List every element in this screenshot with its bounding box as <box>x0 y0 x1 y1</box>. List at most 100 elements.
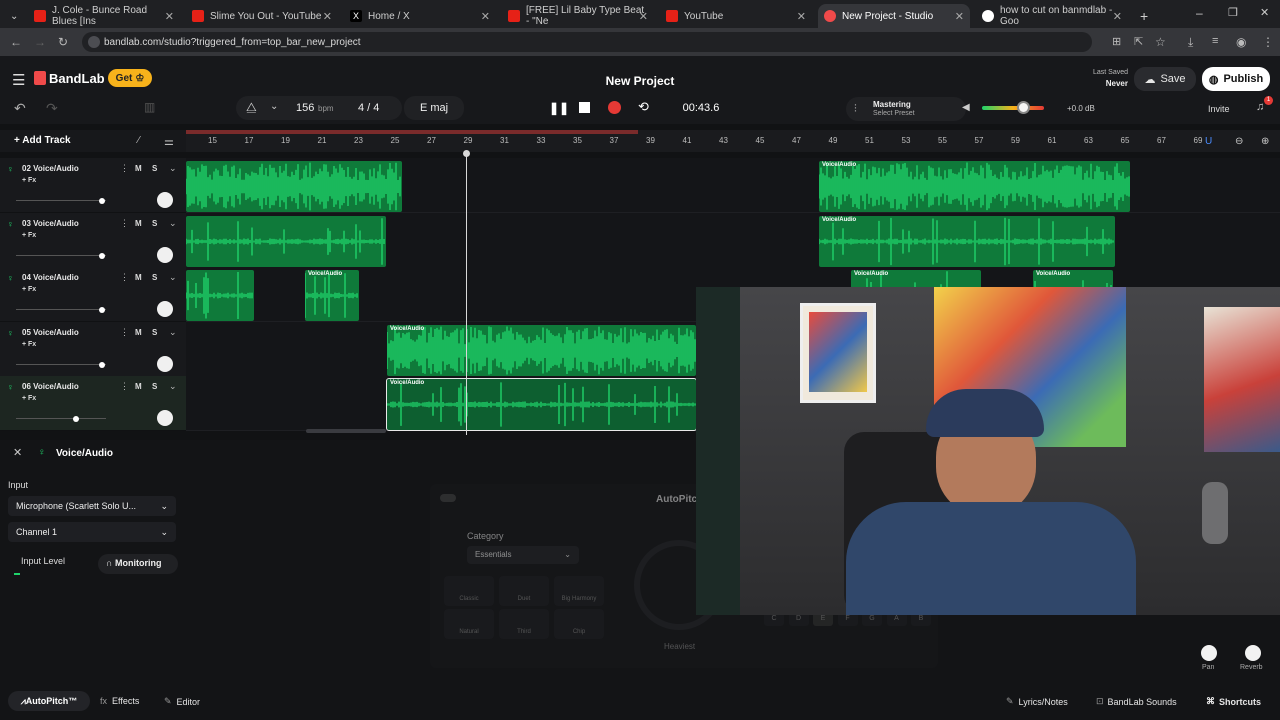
browser-tab-4[interactable]: [FREE] Lil Baby Type Beat - "Ne ✕ <box>502 4 654 28</box>
autopitch-preset[interactable]: Chip <box>554 609 604 639</box>
track-volume-slider[interactable] <box>16 309 106 311</box>
browser-menu-icon[interactable]: ⋮ <box>1262 35 1274 49</box>
pan-knob[interactable] <box>157 301 173 318</box>
metronome-icon[interactable]: ⧋ <box>246 100 257 115</box>
pan-knob[interactable] <box>157 410 173 427</box>
audio-clip[interactable] <box>186 161 402 212</box>
monitoring-button[interactable]: ∩ Monitoring <box>98 554 178 574</box>
track-name[interactable]: 06 Voice/Audio <box>22 382 79 391</box>
window-close-icon[interactable]: ✕ <box>1260 6 1269 19</box>
time-signature[interactable]: 4 / 4 <box>358 102 379 114</box>
browser-tab-6[interactable]: New Project - Studio ✕ <box>818 4 970 28</box>
audio-clip[interactable]: Voice/Audio <box>387 324 696 376</box>
pan-knob[interactable] <box>1201 645 1217 661</box>
add-track-button[interactable]: + Add Track <box>14 135 71 146</box>
close-icon[interactable]: ✕ <box>165 10 174 23</box>
browser-tab-7[interactable]: how to cut on banmdlab - Goo ✕ <box>976 4 1128 28</box>
stop-icon[interactable] <box>579 102 590 113</box>
solo-button[interactable]: S <box>152 164 157 173</box>
audio-clip[interactable] <box>186 270 254 322</box>
browser-tab-5[interactable]: YouTube ✕ <box>660 4 812 28</box>
add-fx-button[interactable]: + Fx <box>22 341 36 348</box>
autopitch-tab[interactable]: ⩘ AutoPitch™ <box>8 691 90 711</box>
close-icon[interactable]: ✕ <box>955 10 964 23</box>
chevron-down-icon[interactable]: ⌄ <box>169 218 177 229</box>
audio-clip[interactable] <box>186 215 386 267</box>
volume-slider-handle[interactable] <box>99 252 105 259</box>
track-name[interactable]: 02 Voice/Audio <box>22 164 79 173</box>
track-menu-icon[interactable]: ⋮ <box>120 327 129 338</box>
chevron-down-icon[interactable]: ⌄ <box>169 163 177 174</box>
playlist-icon[interactable]: ≡ <box>1212 35 1218 47</box>
track-volume-slider[interactable] <box>16 418 106 420</box>
minimize-icon[interactable]: – <box>1196 6 1203 20</box>
invite-button[interactable]: Invite <box>1208 104 1230 114</box>
zoom-out-icon[interactable]: ⊖ <box>1235 136 1243 147</box>
timeline-ruler[interactable]: 15 17 19 21 23 25 27 29 31 33 35 37 39 41 43 45 47 49 51 53… <box>186 130 1280 152</box>
mastering-box[interactable]: ⫶ Mastering Select Preset <box>846 97 966 121</box>
audio-clip[interactable]: Voice/Audio <box>305 270 359 322</box>
editor-tab[interactable]: ✎ Editor <box>164 696 200 707</box>
reload-icon[interactable]: ↻ <box>58 35 68 49</box>
solo-button[interactable]: S <box>152 273 157 282</box>
back-arrow-icon[interactable]: ← <box>10 35 22 49</box>
track-menu-icon[interactable]: ⋮ <box>120 163 129 174</box>
track-menu-icon[interactable]: ⋮ <box>120 218 129 229</box>
audio-clip[interactable]: Voice/Audio <box>819 215 1115 267</box>
audio-clip[interactable]: Voice/Audio <box>386 378 697 432</box>
pan-knob[interactable] <box>157 355 173 372</box>
autopitch-preset[interactable]: Natural <box>444 609 494 639</box>
publish-button[interactable]: ◍ Publish <box>1202 67 1270 91</box>
hamburger-menu-icon[interactable]: ☰ <box>12 71 25 89</box>
profile-icon[interactable]: ◉ <box>1236 35 1246 49</box>
add-fx-button[interactable]: + Fx <box>22 177 36 184</box>
chevron-down-icon[interactable]: ⌄ <box>169 327 177 338</box>
url-field[interactable]: bandlab.com/studio?triggered_from=top_ba… <box>82 32 1092 52</box>
chevron-down-icon[interactable]: ⌄ <box>270 101 278 112</box>
new-tab-button[interactable]: + <box>1134 4 1154 28</box>
browser-tab-2[interactable]: Slime You Out - YouTube ✕ <box>186 4 338 28</box>
bpm-value[interactable]: 156 <box>296 102 314 114</box>
key-selector[interactable]: E maj <box>404 96 464 120</box>
track-header[interactable]: ♀ 05 Voice/Audio + Fx ⋮ M S ⌄ <box>0 321 186 377</box>
autopitch-preset[interactable]: Third <box>499 609 549 639</box>
add-fx-button[interactable]: + Fx <box>22 395 36 402</box>
horizontal-scrollbar[interactable] <box>306 429 386 433</box>
mute-button[interactable]: M <box>135 219 142 228</box>
volume-slider-handle[interactable] <box>99 198 105 204</box>
volume-slider-handle[interactable] <box>99 361 105 368</box>
browser-tab-3[interactable]: X Home / X ✕ <box>344 4 496 28</box>
track-volume-slider[interactable] <box>16 254 106 256</box>
speaker-icon[interactable]: ◀ <box>962 102 970 113</box>
reverb-knob[interactable] <box>1245 645 1261 661</box>
pan-knob[interactable] <box>157 192 173 208</box>
wand-icon[interactable]: ⁄ <box>138 135 140 146</box>
bandlab-sounds-button[interactable]: ⊡ BandLab Sounds <box>1096 696 1177 707</box>
browser-tab-1[interactable]: J. Cole - Bunce Road Blues [Ins ✕ <box>28 4 180 28</box>
effects-tab[interactable]: fx Effects <box>100 696 139 706</box>
channel-select[interactable]: Channel 1 ⌄ <box>8 522 176 542</box>
share-icon[interactable]: ⇱ <box>1134 35 1143 48</box>
add-fx-button[interactable]: + Fx <box>22 286 36 293</box>
translate-icon[interactable]: ⊞ <box>1112 35 1121 48</box>
volume-knob[interactable] <box>1017 101 1030 114</box>
category-select[interactable]: Essentials ⌄ <box>467 546 579 564</box>
playhead-handle[interactable] <box>463 150 470 157</box>
close-icon[interactable]: ✕ <box>1113 10 1122 23</box>
track-menu-icon[interactable]: ⋮ <box>120 381 129 392</box>
close-icon[interactable]: ✕ <box>639 10 648 23</box>
close-panel-icon[interactable]: ✕ <box>13 446 22 459</box>
loop-region[interactable] <box>186 130 638 134</box>
loop-icon[interactable]: ⟲ <box>638 99 649 115</box>
add-fx-button[interactable]: + Fx <box>22 232 36 239</box>
autopitch-toggle[interactable] <box>440 494 456 502</box>
chevron-down-icon[interactable]: ⌄ <box>169 381 177 392</box>
mute-button[interactable]: M <box>135 273 142 282</box>
redo-icon[interactable]: ↷ <box>46 100 58 117</box>
pan-knob[interactable] <box>157 246 173 263</box>
undo-icon[interactable]: ↶ <box>14 100 26 117</box>
master-volume-slider[interactable] <box>982 106 1044 110</box>
mute-button[interactable]: M <box>135 328 142 337</box>
solo-button[interactable]: S <box>152 328 157 337</box>
grid-icon[interactable]: ▥ <box>144 100 155 114</box>
